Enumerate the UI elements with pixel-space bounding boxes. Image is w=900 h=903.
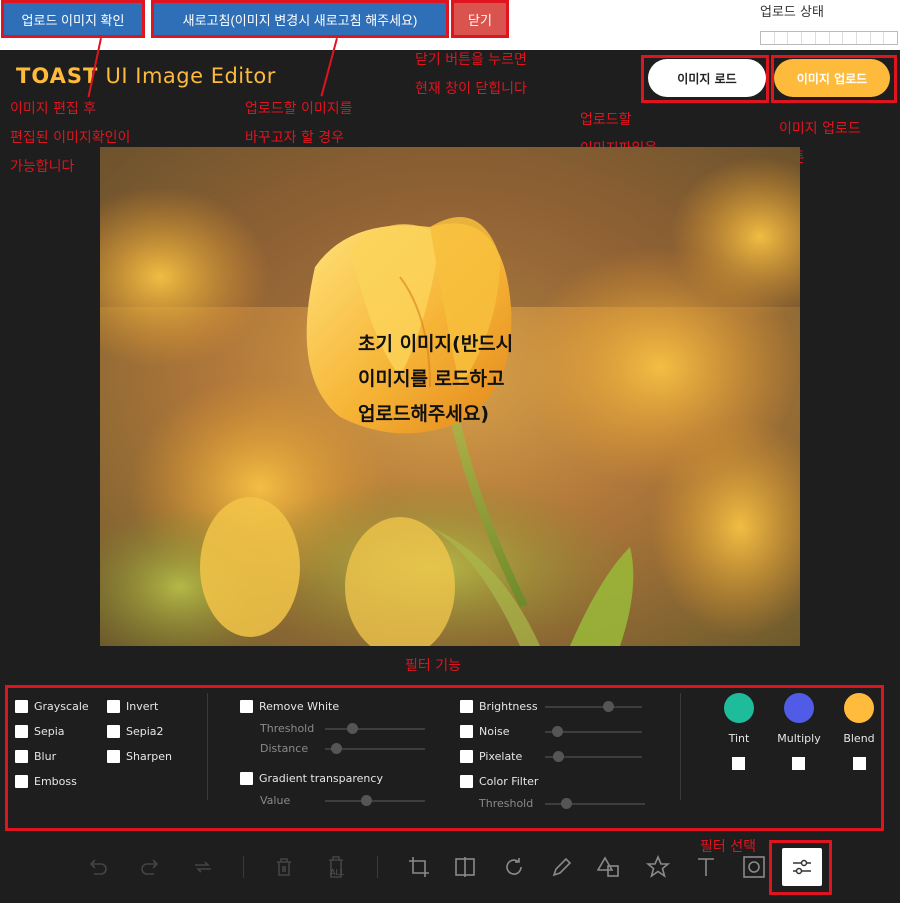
delete-all-icon[interactable]	[321, 852, 351, 882]
blur-checkbox[interactable]: Blur	[15, 750, 56, 763]
divider	[680, 693, 681, 800]
rotate-icon[interactable]	[499, 852, 529, 882]
value-label: Value	[260, 794, 291, 807]
mask-icon[interactable]	[739, 852, 769, 882]
highlight-box	[769, 840, 832, 895]
blend-checkbox[interactable]	[853, 757, 866, 770]
threshold-slider[interactable]	[325, 723, 425, 734]
blend-label: Blend	[843, 732, 875, 745]
gradient-transparency-checkbox[interactable]: Gradient transparency	[240, 772, 383, 785]
remove-white-checkbox[interactable]: Remove White	[240, 700, 339, 713]
pixelate-checkbox[interactable]: Pixelate	[460, 750, 522, 763]
upload-progress-bar	[760, 31, 898, 45]
multiply-label: Multiply	[777, 732, 821, 745]
noise-slider[interactable]	[545, 726, 642, 737]
invert-checkbox[interactable]: Invert	[107, 700, 158, 713]
text-icon[interactable]	[691, 852, 721, 882]
highlight-box	[771, 55, 897, 103]
image-canvas[interactable]: 초기 이미지(반드시 이미지를 로드하고 업로드해주세요)	[100, 147, 800, 646]
noise-checkbox[interactable]: Noise	[460, 725, 510, 738]
gradient-value-slider[interactable]	[325, 795, 425, 806]
tint-checkbox[interactable]	[732, 757, 745, 770]
initial-image-text: 초기 이미지(반드시 이미지를 로드하고 업로드해주세요)	[358, 333, 514, 425]
sepia-checkbox[interactable]: Sepia	[15, 725, 65, 738]
crop-icon[interactable]	[404, 852, 434, 882]
tint-label: Tint	[728, 732, 750, 745]
annotation-filter-feature: 필터 기능	[405, 658, 461, 674]
divider	[377, 856, 378, 878]
star-icon[interactable]	[643, 852, 673, 882]
divider	[243, 856, 244, 878]
emboss-checkbox[interactable]: Emboss	[15, 775, 77, 788]
multiply-checkbox[interactable]	[792, 757, 805, 770]
reset-icon[interactable]	[188, 852, 218, 882]
multiply-color-swatch[interactable]	[784, 693, 814, 723]
color-filter-checkbox[interactable]: Color Filter	[460, 775, 538, 788]
delete-icon[interactable]	[269, 852, 299, 882]
highlight-box	[641, 55, 769, 103]
flip-icon[interactable]	[450, 852, 480, 882]
sepia2-checkbox[interactable]: Sepia2	[107, 725, 164, 738]
brightness-slider[interactable]	[545, 701, 642, 712]
upload-status-label: 업로드 상태	[760, 5, 824, 20]
divider	[207, 693, 208, 800]
highlight-box	[451, 0, 509, 38]
editor-logo: TOAST UI Image Editor	[16, 64, 276, 88]
distance-label: Distance	[260, 742, 309, 755]
threshold-label: Threshold	[260, 722, 315, 735]
distance-slider[interactable]	[325, 743, 425, 754]
undo-icon[interactable]	[83, 852, 113, 882]
shape-icon[interactable]	[594, 852, 624, 882]
pixelate-slider[interactable]	[545, 751, 642, 762]
delete-all-caption: ALL	[330, 868, 345, 877]
sharpen-checkbox[interactable]: Sharpen	[107, 750, 172, 763]
blend-color-swatch[interactable]	[844, 693, 874, 723]
highlight-box	[151, 0, 449, 38]
color-filter-threshold-label: Threshold	[479, 797, 534, 810]
tint-color-swatch[interactable]	[724, 693, 754, 723]
color-filter-threshold-slider[interactable]	[545, 798, 645, 809]
redo-icon[interactable]	[135, 852, 165, 882]
draw-icon[interactable]	[547, 852, 577, 882]
top-bar: 업로드 이미지 확인 새로고침(이미지 변경시 새로고침 해주세요) 닫기 업로…	[0, 0, 900, 50]
brightness-checkbox[interactable]: Brightness	[460, 700, 538, 713]
highlight-box	[1, 0, 145, 38]
grayscale-checkbox[interactable]: Grayscale	[15, 700, 89, 713]
annotation-close: 닫기 버튼을 누르면 현재 창이 닫힙니다	[415, 52, 527, 97]
